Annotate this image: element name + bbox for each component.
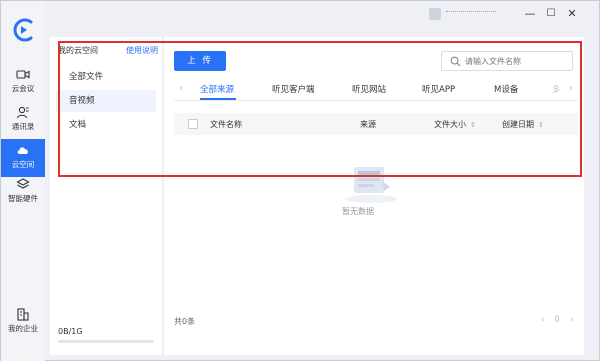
tab-m-device[interactable]: M设备 [494, 83, 518, 95]
panel-header: 我的云空间 使用说明 [58, 45, 158, 56]
storage-usage-text: 0B/1G [58, 327, 83, 336]
select-all-checkbox[interactable] [188, 119, 198, 129]
maximize-button[interactable]: ☐ [544, 7, 558, 21]
rail-item-cloud[interactable]: 云空间 [1, 139, 45, 177]
empty-state-illustration [345, 167, 397, 203]
app-window: — ☐ ✕ 云会议 通讯录 云空间 智能硬件 我的企业 我的云空间 使用说明 全… [0, 0, 600, 361]
page-next-button[interactable]: › [570, 315, 573, 325]
rail-item-meeting[interactable]: 云会议 [1, 63, 45, 101]
storage-usage-bar [58, 340, 154, 343]
minimize-button[interactable]: — [523, 7, 537, 21]
page-number[interactable]: 0 [554, 315, 559, 325]
help-link[interactable]: 使用说明 [126, 45, 158, 56]
cloud-space-panel: 我的云空间 使用说明 全部文件 音视频 文档 0B/1G [50, 37, 162, 355]
column-created[interactable]: 创建日期 ⇕ [502, 119, 544, 130]
column-size[interactable]: 文件大小 ⇕ [434, 119, 476, 130]
tabs-prev-button[interactable]: ‹ [176, 83, 186, 94]
rail-label: 云会议 [11, 84, 35, 93]
building-icon [17, 308, 29, 321]
video-camera-icon [16, 70, 30, 79]
search-icon [450, 56, 461, 67]
column-source: 来源 [360, 120, 376, 129]
source-tabs: ‹ 全部来源 听见客户端 听见网站 听见APP M设备 彡 › [174, 79, 578, 101]
tab-all-sources[interactable]: 全部来源 [200, 83, 234, 95]
table-header: 文件名称 来源 文件大小 ⇕ 创建日期 ⇕ [174, 113, 578, 135]
user-avatar[interactable] [429, 8, 441, 20]
column-created-label: 创建日期 [502, 120, 534, 129]
column-name: 文件名称 [210, 120, 242, 129]
cloud-icon [17, 147, 28, 154]
tab-client[interactable]: 听见客户端 [272, 83, 315, 95]
contacts-icon [16, 106, 29, 119]
category-audio-video[interactable]: 音视频 [56, 90, 156, 112]
tabs-next-button[interactable]: › [566, 83, 576, 94]
tab-website[interactable]: 听见网站 [352, 83, 386, 95]
pagination: ‹ 0 › [536, 315, 578, 325]
left-rail: 云会议 通讯录 云空间 智能硬件 我的企业 [1, 1, 45, 361]
rail-label: 云空间 [11, 160, 35, 169]
search-box[interactable] [441, 51, 573, 71]
rail-label: 通讯录 [11, 122, 35, 131]
tab-overflow[interactable]: 彡 [552, 83, 561, 95]
active-tab-indicator [200, 98, 236, 100]
user-name-placeholder [446, 11, 496, 15]
rail-item-hardware[interactable]: 智能硬件 [1, 173, 45, 211]
title-bar: — ☐ ✕ [1, 1, 600, 31]
sort-icon: ⇕ [538, 121, 544, 129]
sort-icon: ⇕ [470, 121, 476, 129]
panel-title: 我的云空间 [58, 46, 98, 55]
main-content: 上 传 ‹ 全部来源 听见客户端 听见网站 听见APP M设备 彡 › 文件名称… [164, 37, 584, 355]
upload-button[interactable]: 上 传 [174, 51, 226, 71]
close-button[interactable]: ✕ [565, 7, 579, 21]
tab-app[interactable]: 听见APP [422, 83, 455, 95]
layers-icon [16, 178, 30, 189]
rail-item-contacts[interactable]: 通讯录 [1, 101, 45, 139]
category-documents[interactable]: 文档 [56, 114, 156, 136]
app-logo-icon [13, 18, 33, 42]
empty-state-text: 暂无数据 [342, 207, 374, 216]
total-count: 共0条 [174, 317, 196, 326]
rail-label: 我的企业 [8, 324, 38, 333]
page-prev-button[interactable]: ‹ [541, 315, 544, 325]
category-all-files[interactable]: 全部文件 [56, 66, 156, 88]
rail-label: 智能硬件 [8, 194, 38, 203]
column-size-label: 文件大小 [434, 120, 466, 129]
rail-item-enterprise[interactable]: 我的企业 [1, 303, 45, 341]
search-input[interactable] [465, 54, 569, 68]
